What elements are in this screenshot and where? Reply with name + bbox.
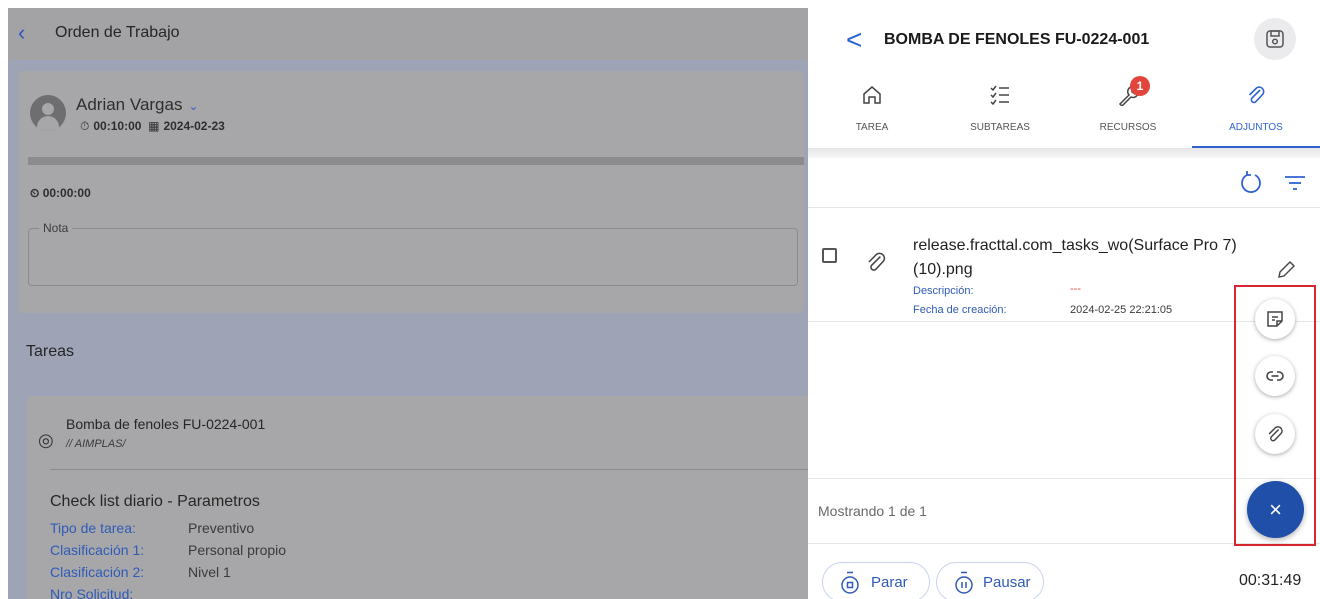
background-app: ‹ Orden de Trabajo Adrian Vargas ⌄ ⏱ 00:10…: [8, 8, 808, 599]
elapsed-time: 00:31:49: [1239, 572, 1302, 589]
home-icon: [863, 86, 881, 104]
field-row: Clasificación 2: Nivel 1: [50, 564, 231, 580]
close-icon: ×: [1269, 497, 1282, 522]
results-count: Mostrando 1 de 1: [818, 503, 927, 519]
panel-title: BOMBA DE FENOLES FU-0224-001: [884, 31, 1150, 48]
save-button[interactable]: [1254, 18, 1296, 60]
user-meta: ⏱ 00:10:00 ▦ 2024-02-23: [80, 119, 225, 134]
save-icon: [1266, 30, 1284, 48]
chevron-down-icon: ⌄: [188, 99, 199, 113]
tasks-heading: Tareas: [26, 343, 75, 360]
divider: [808, 148, 1320, 158]
stop-label: Parar: [871, 574, 908, 591]
field-row: Nro Solicitud:: [50, 586, 188, 599]
description-value: ---: [1070, 283, 1081, 295]
task-name: Bomba de fenoles FU-0224-001: [66, 416, 266, 432]
user-name: Adrian Vargas: [76, 95, 183, 114]
filter-icon[interactable]: [1284, 174, 1306, 192]
field-row: Clasificación 1: Personal propio: [50, 542, 286, 558]
checklist-icon: [990, 85, 1009, 106]
tab-recursos[interactable]: 1 RECURSOS: [1064, 72, 1192, 148]
panel-header: < BOMBA DE FENOLES FU-0224-001: [808, 0, 1320, 80]
field-label: Clasificación 2:: [50, 564, 145, 580]
back-chevron-icon[interactable]: <: [846, 26, 862, 54]
tab-label: SUBTAREAS: [970, 122, 1030, 133]
tab-label: ADJUNTOS: [1229, 122, 1283, 133]
edit-pencil-icon[interactable]: [1276, 260, 1296, 280]
date: 2024-02-23: [163, 119, 225, 133]
tab-label: RECURSOS: [1099, 122, 1157, 133]
paperclip-icon: [1248, 86, 1265, 104]
task-path: // AIMPLAS/: [66, 438, 126, 450]
calendar-icon: ▦: [148, 119, 160, 133]
field-label: Tipo de tarea:: [50, 520, 136, 536]
timer: ⏲ 00:00:00: [30, 186, 91, 201]
add-note-fab[interactable]: [1255, 299, 1295, 339]
pause-label: Pausar: [983, 574, 1031, 591]
task-card: ◎ Bomba de fenoles FU-0224-001 // AIMPLA…: [26, 396, 808, 599]
created-label: Fecha de creación:: [913, 304, 1007, 316]
field-value: Personal propio: [188, 542, 287, 558]
tab-bar: TAREA SUBTAREAS 1 RECURSOS ADJUNTOS: [808, 72, 1320, 148]
stop-button[interactable]: Parar: [822, 562, 930, 599]
field-row: Tipo de tarea: Preventivo: [50, 520, 254, 536]
field-label: Nro Solicitud:: [50, 586, 134, 599]
stopwatch-icon: ⏱: [80, 119, 90, 133]
paperclip-icon: [868, 252, 886, 271]
tab-adjuntos[interactable]: ADJUNTOS: [1192, 72, 1320, 148]
notification-badge: 1: [1130, 76, 1150, 96]
field-value: Preventivo: [188, 520, 255, 536]
checklist-title: Check list diario - Parametros: [50, 493, 260, 510]
app-header: ‹ Orden de Trabajo: [8, 8, 808, 60]
add-file-fab[interactable]: [1255, 414, 1295, 454]
created-value: 2024-02-25 22:21:05: [1070, 304, 1173, 316]
avatar: [30, 95, 66, 131]
tab-label: TAREA: [855, 122, 889, 133]
timer-icon: ⏲: [30, 186, 43, 200]
stop-timer-icon: [841, 571, 859, 594]
tab-tarea[interactable]: TAREA: [808, 72, 936, 148]
user-selector[interactable]: Adrian Vargas ⌄: [76, 95, 199, 115]
paperclip-icon: [1268, 426, 1283, 442]
back-arrow-icon[interactable]: ‹: [18, 22, 25, 44]
select-checkbox[interactable]: [822, 248, 837, 263]
duration: 00:10:00: [93, 119, 142, 133]
timer-value: 00:00:00: [42, 186, 91, 200]
timer-note-block: ⏲ 00:00:00 Nota: [18, 168, 804, 313]
note-icon: [1267, 311, 1283, 327]
refresh-icon[interactable]: [1238, 170, 1264, 196]
link-icon: [1266, 371, 1284, 381]
tab-subtareas[interactable]: SUBTAREAS: [936, 72, 1064, 148]
note-field[interactable]: Nota: [28, 221, 798, 286]
progress-bar: [28, 157, 804, 165]
field-value: Nivel 1: [188, 564, 231, 580]
pause-button[interactable]: Pausar: [936, 562, 1044, 599]
bottom-action-bar: Parar Pausar 00:31:49: [808, 544, 1320, 599]
description-label: Descripción:: [913, 285, 974, 297]
page-title: Orden de Trabajo: [55, 24, 180, 41]
attachment-filename: release.fracttal.com_tasks_wo(Surface Pr…: [913, 237, 1237, 278]
eye-icon[interactable]: ◎: [38, 430, 54, 451]
note-label: Nota: [39, 221, 73, 235]
pause-timer-icon: [955, 571, 973, 594]
divider: [50, 469, 808, 470]
field-label: Clasificación 1:: [50, 542, 145, 558]
attachments-toolbar: [808, 158, 1320, 208]
add-link-fab[interactable]: [1255, 356, 1295, 396]
close-fab-button[interactable]: ×: [1247, 481, 1304, 538]
